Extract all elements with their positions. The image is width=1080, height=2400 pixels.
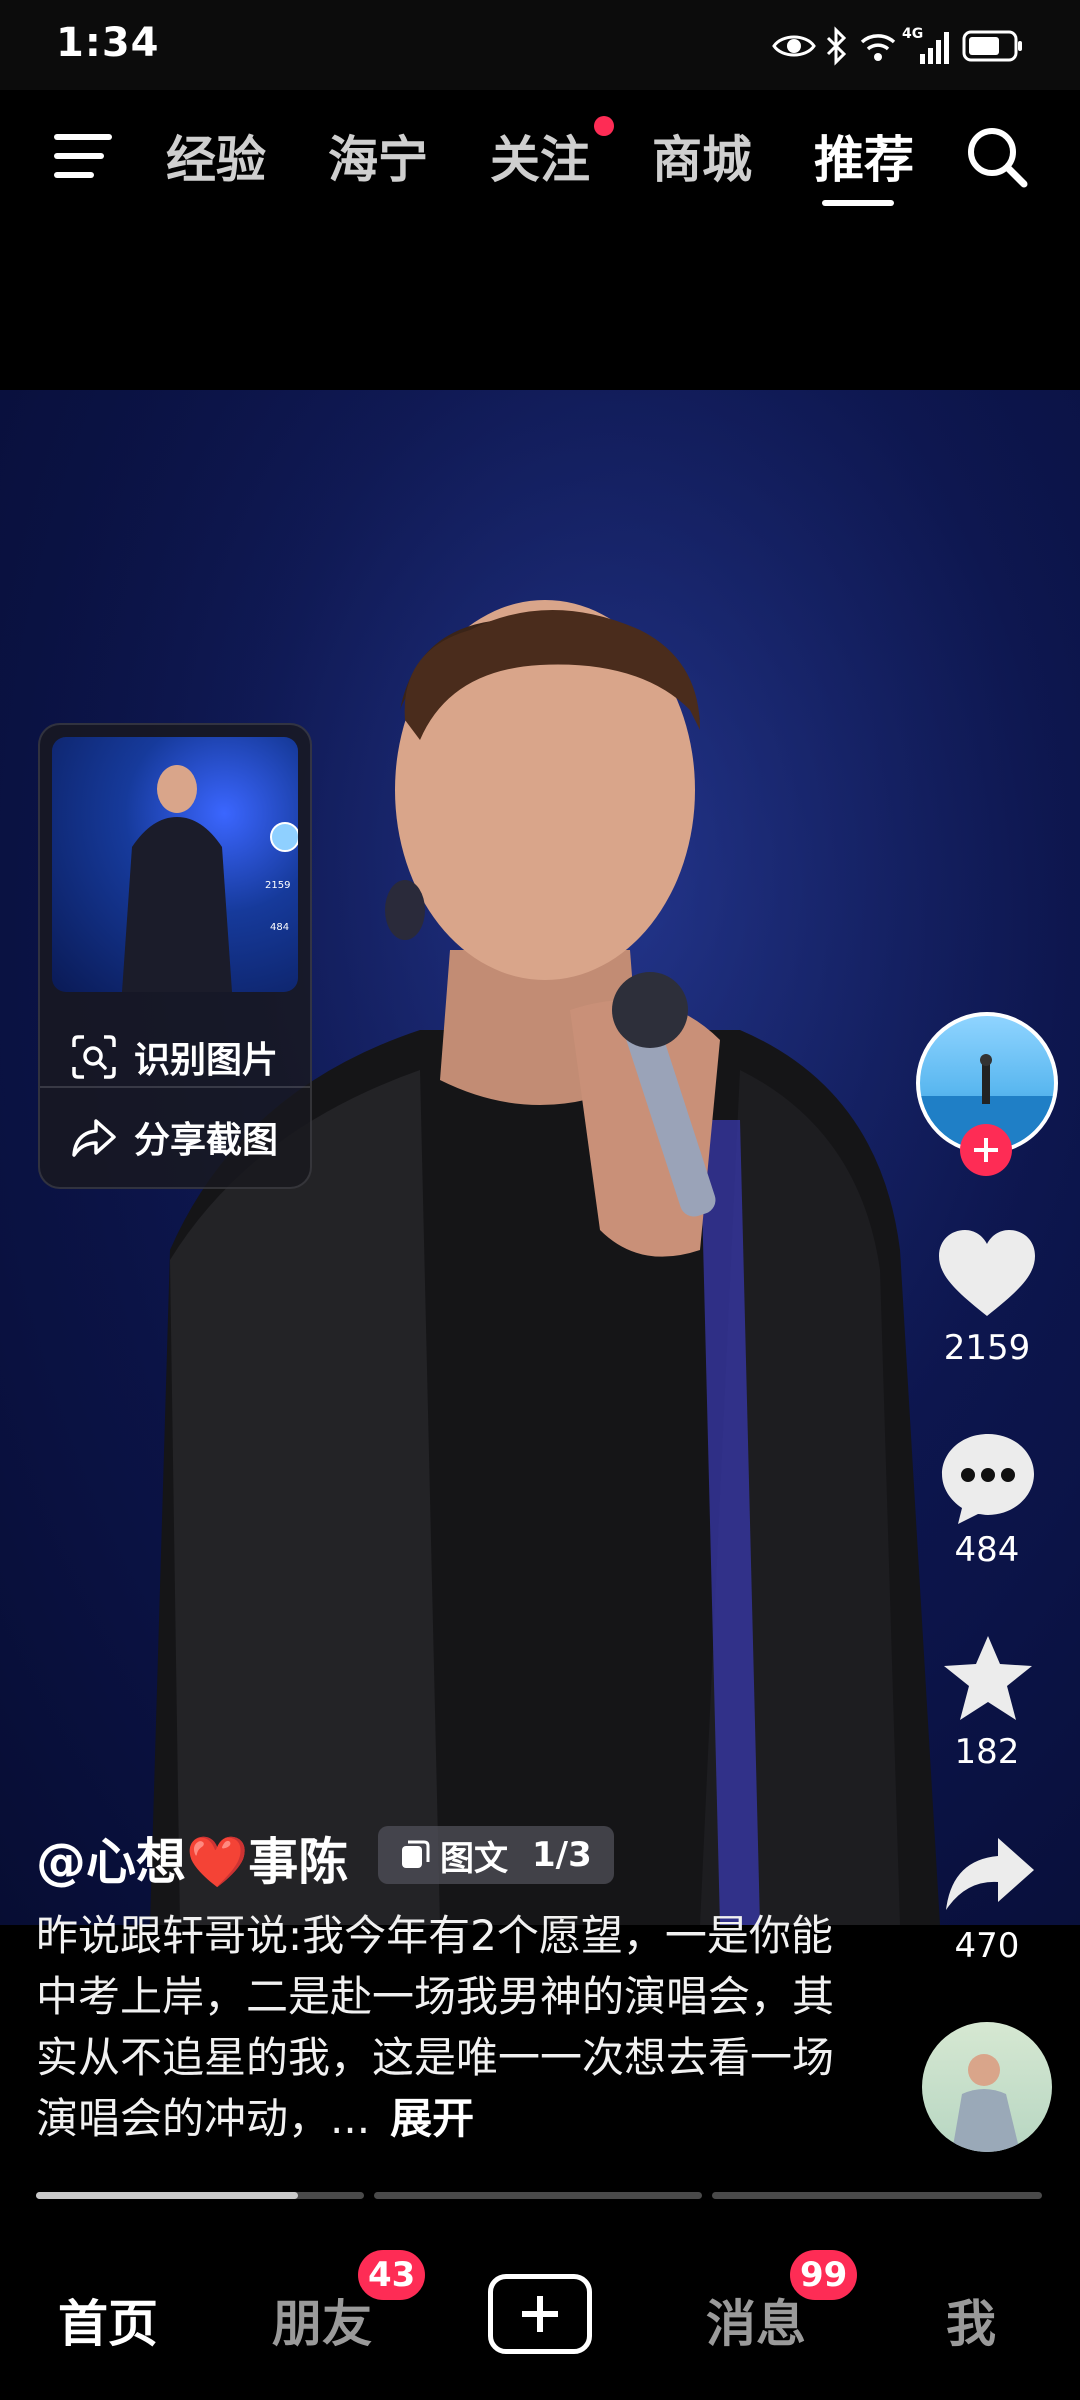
tab-active-indicator: [822, 200, 894, 206]
screenshot-thumbnail[interactable]: 2159 484: [52, 737, 298, 992]
plus-icon: [522, 2296, 558, 2332]
follow-button[interactable]: [960, 1124, 1012, 1176]
eye-icon: [772, 35, 816, 57]
bluetooth-icon: [826, 26, 847, 66]
nav-home[interactable]: 首页: [58, 2284, 158, 2356]
favorite-icon[interactable]: [940, 1632, 1036, 1724]
thumb-like-count: 2159: [265, 880, 291, 891]
badge-label: 图文: [440, 1838, 508, 1879]
progress-fill: [36, 2192, 299, 2199]
top-nav: 经验 海宁 关注 商城 推荐: [0, 90, 1080, 240]
status-bar: 1:34 4G: [0, 0, 1080, 90]
create-button[interactable]: [488, 2274, 592, 2354]
search-icon[interactable]: [964, 124, 1030, 190]
messages-badge: 99: [790, 2250, 858, 2300]
bottom-nav: 首页 朋友 43 消息 99 我: [0, 2230, 1080, 2400]
nav-me[interactable]: 我: [946, 2284, 996, 2356]
progress-segment-1: [36, 2192, 364, 2199]
progress-segment-2: [374, 2192, 702, 2199]
author-name[interactable]: @心想❤️事陈: [36, 1822, 348, 1894]
identify-image-label: 识别图片: [134, 1040, 279, 1081]
post-type-badge: 图文 1/3: [378, 1826, 614, 1884]
battery-icon: [962, 30, 1022, 62]
progress-segment-3: [712, 2192, 1042, 2199]
share-icon[interactable]: [944, 1834, 1036, 1914]
gallery-icon: [402, 1840, 430, 1868]
tab-experience[interactable]: 经验: [166, 120, 266, 192]
status-time: 1:34: [56, 20, 160, 66]
share-screenshot-button[interactable]: 分享截图: [40, 1087, 310, 1187]
plus-icon: [974, 1138, 998, 1162]
music-disc[interactable]: [922, 2022, 1052, 2152]
share-icon: [72, 1119, 116, 1157]
comment-icon[interactable]: [938, 1430, 1038, 1526]
menu-icon[interactable]: [52, 130, 114, 182]
music-cover-image: [952, 2054, 1020, 2152]
nav-messages[interactable]: 消息: [706, 2284, 806, 2356]
tab-following[interactable]: 关注: [490, 120, 590, 192]
comment-count: 484: [954, 1530, 1020, 1570]
favorite-count: 182: [954, 1732, 1020, 1772]
expand-button[interactable]: 展开: [390, 2094, 474, 2143]
tab-haining[interactable]: 海宁: [328, 120, 428, 192]
badge-page: 1/3: [532, 1835, 592, 1875]
wifi-icon: [860, 34, 896, 61]
scan-icon: [72, 1035, 116, 1079]
share-count: 470: [954, 1926, 1020, 1966]
thumb-comment-count: 484: [270, 922, 290, 933]
tab-mall[interactable]: 商城: [652, 120, 752, 192]
following-dot: [594, 116, 614, 136]
share-screenshot-label: 分享截图: [134, 1120, 279, 1161]
signal-icon: [920, 32, 949, 64]
thumbnail-image: [122, 765, 298, 992]
screenshot-popup: 2159 484 识别图片 分享截图: [38, 723, 312, 1189]
nav-friends[interactable]: 朋友: [272, 2284, 372, 2356]
tab-recommend[interactable]: 推荐: [814, 120, 914, 192]
like-icon[interactable]: [937, 1228, 1037, 1320]
post-description: 昨说跟轩哥说:我今年有2个愿望，一是你能中考上岸，二是赴一场我男神的演唱会，其实…: [36, 1905, 856, 2149]
friends-badge: 43: [358, 2250, 426, 2300]
like-count: 2159: [943, 1328, 1031, 1368]
